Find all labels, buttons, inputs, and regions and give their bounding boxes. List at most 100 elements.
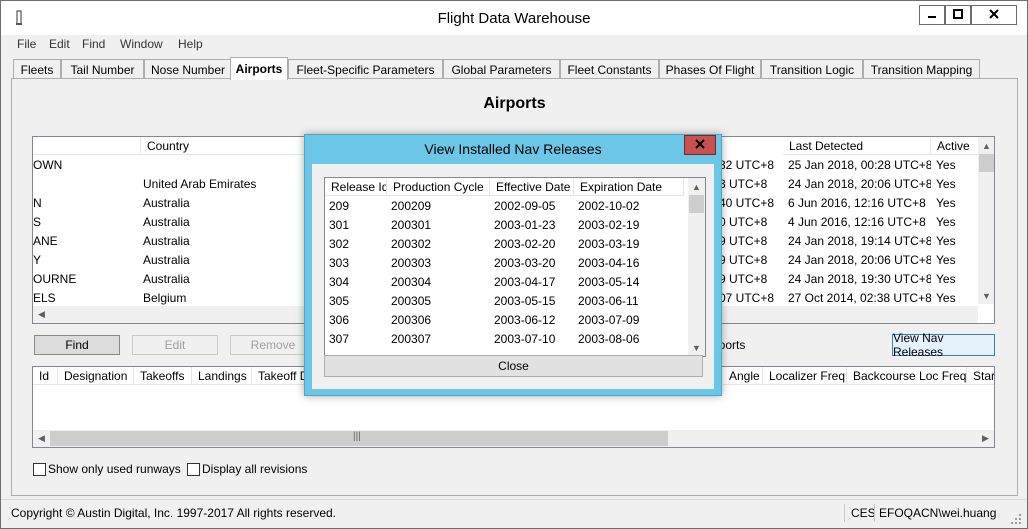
airport-name-cell: S xyxy=(33,215,42,229)
dialog-vscroll-thumb[interactable] xyxy=(689,195,704,213)
menu-find[interactable]: Find xyxy=(82,37,105,51)
scroll-left-icon[interactable]: ◀ xyxy=(33,306,50,323)
airport-last-detected-cell: 24 Jan 2018, 20:06 UTC+8 xyxy=(788,253,931,267)
main-window: Flight Data Warehouse File Edit Find Win… xyxy=(0,0,1028,529)
scroll-down-icon[interactable]: ▼ xyxy=(688,339,705,356)
table-row[interactable]: 209 200209 2002-09-05 2002-10-02 xyxy=(325,197,688,216)
menu-edit[interactable]: Edit xyxy=(49,37,70,51)
production-cycle-cell: 200301 xyxy=(391,218,432,232)
find-button[interactable]: Find xyxy=(34,335,120,355)
minimize-icon xyxy=(927,8,937,22)
runways-scroll-right-icon[interactable]: ▶ xyxy=(977,430,994,447)
airport-active-cell: Yes xyxy=(936,196,956,210)
dialog-header-release-id[interactable]: Release Id xyxy=(325,178,387,196)
dialog-body: Release Id Production Cycle Effective Da… xyxy=(312,164,714,389)
nav-releases-grid[interactable]: Release Id Production Cycle Effective Da… xyxy=(324,177,706,357)
airports-vscroll[interactable]: ▲ ▼ xyxy=(978,137,994,304)
view-nav-releases-button[interactable]: View Nav Releases xyxy=(892,331,995,359)
tab-tail-number[interactable]: Tail Number xyxy=(61,59,144,79)
checkbox-box[interactable] xyxy=(187,462,200,476)
airport-country-cell: Australia xyxy=(143,272,190,286)
tab-global-parameters[interactable]: Global Parameters xyxy=(443,59,560,79)
status-divider xyxy=(874,504,875,522)
airport-country-cell: Australia xyxy=(143,215,190,229)
runways-header-designation[interactable]: Designation xyxy=(58,367,134,385)
copyright-text: Copyright © Austin Digital, Inc. 1997-20… xyxy=(11,506,337,520)
table-row[interactable]: 305 200305 2003-05-15 2003-06-11 xyxy=(325,292,688,311)
airport-time-cell: 3 UTC+8 xyxy=(719,177,768,191)
tab-airports[interactable]: Airports xyxy=(230,57,288,80)
maximize-button[interactable] xyxy=(945,5,971,25)
dialog-close-button[interactable] xyxy=(684,135,716,155)
dialog-header-effective-date[interactable]: Effective Date xyxy=(490,178,574,196)
tab-phases-of-flight[interactable]: Phases Of Flight xyxy=(659,59,761,79)
runways-header-landings[interactable]: Landings xyxy=(192,367,252,385)
minimize-button[interactable] xyxy=(919,5,945,25)
table-row[interactable]: 306 200306 2003-06-12 2003-07-09 xyxy=(325,311,688,330)
release-id-cell: 303 xyxy=(329,256,350,270)
scroll-up-icon[interactable]: ▲ xyxy=(688,178,705,195)
dialog-header-expiration-date[interactable]: Expiration Date xyxy=(574,178,684,196)
airport-active-cell: Yes xyxy=(936,253,956,267)
table-row[interactable]: 307 200307 2003-07-10 2003-08-06 xyxy=(325,330,688,349)
scroll-up-icon[interactable]: ▲ xyxy=(978,137,994,154)
show-used-runways-checkbox[interactable]: Show only used runways xyxy=(33,462,181,476)
effective-date-cell: 2003-02-20 xyxy=(494,237,556,251)
grid-header-country[interactable]: Country xyxy=(141,137,311,155)
airport-active-cell: Yes xyxy=(936,158,956,172)
runways-scroll-left-icon[interactable]: ◀ xyxy=(33,430,50,447)
dialog-vscroll[interactable]: ▲ ▼ xyxy=(688,178,705,356)
menu-file[interactable]: File xyxy=(17,37,36,51)
table-row[interactable]: 302 200302 2003-02-20 2003-03-19 xyxy=(325,235,688,254)
airport-last-detected-cell: 24 Jan 2018, 19:30 UTC+8 xyxy=(788,272,931,286)
expiration-date-cell: 2003-02-19 xyxy=(578,218,640,232)
dialog-header-production-cycle[interactable]: Production Cycle xyxy=(387,178,490,196)
grid-header-last-detected[interactable]: Last Detected xyxy=(783,137,931,155)
expiration-date-cell: 2003-07-09 xyxy=(578,313,640,327)
table-row[interactable]: 301 200301 2003-01-23 2003-02-19 xyxy=(325,216,688,235)
airport-active-cell: Yes xyxy=(936,272,956,286)
runways-hscroll-thumb[interactable]: ||| xyxy=(50,431,668,446)
tab-transition-logic[interactable]: Transition Logic xyxy=(761,59,863,79)
tab-fleet-constants[interactable]: Fleet Constants xyxy=(560,59,659,79)
production-cycle-cell: 200304 xyxy=(391,275,432,289)
airport-active-cell: Yes xyxy=(936,234,956,248)
tab-transition-mapping[interactable]: Transition Mapping xyxy=(863,59,980,79)
grid-header-name[interactable] xyxy=(33,137,141,155)
title-bar: Flight Data Warehouse xyxy=(1,1,1027,35)
runways-header-start[interactable]: Start xyxy=(967,367,994,385)
airport-name-cell: OURNE xyxy=(33,272,77,286)
expiration-date-cell: 2003-08-06 xyxy=(578,332,640,346)
grid-header-active[interactable]: Active xyxy=(931,137,979,155)
menu-window[interactable]: Window xyxy=(120,37,163,51)
menu-bar: File Edit Find Window Help xyxy=(1,35,1027,55)
effective-date-cell: 2003-03-20 xyxy=(494,256,556,270)
airport-time-cell: 9 UTC+8 xyxy=(719,272,768,286)
runways-hscroll[interactable]: ◀ ||| ▶ xyxy=(33,430,994,447)
close-icon xyxy=(695,138,705,152)
airports-vscroll-thumb[interactable] xyxy=(979,154,994,172)
table-row[interactable]: 304 200304 2003-04-17 2003-05-14 xyxy=(325,273,688,292)
airport-country-cell: United Arab Emirates xyxy=(143,177,257,191)
runways-header-backcourse-loc-freq[interactable]: Backcourse Loc Freq xyxy=(847,367,967,385)
close-button[interactable] xyxy=(971,5,1017,25)
grip-icon: ||| xyxy=(353,431,361,442)
display-all-revisions-checkbox[interactable]: Display all revisions xyxy=(187,462,307,476)
table-row[interactable]: 303 200303 2003-03-20 2003-04-16 xyxy=(325,254,688,273)
runways-header-takeoff-d[interactable]: Takeoff D xyxy=(252,367,312,385)
tab-nose-number[interactable]: Nose Number xyxy=(144,59,232,79)
tab-fleet-specific-parameters[interactable]: Fleet-Specific Parameters xyxy=(288,59,443,79)
checkbox-box[interactable] xyxy=(33,462,46,476)
runways-header-takeoffs[interactable]: Takeoffs xyxy=(134,367,192,385)
runways-header-angle[interactable]: Angle xyxy=(723,367,763,385)
scroll-down-icon[interactable]: ▼ xyxy=(978,287,994,304)
runways-header-localizer-freq[interactable]: Localizer Freq xyxy=(763,367,847,385)
runways-header-id[interactable]: Id xyxy=(33,367,58,385)
resize-grip-icon[interactable] xyxy=(1009,512,1023,526)
menu-help[interactable]: Help xyxy=(178,37,203,51)
airport-last-detected-cell: 24 Jan 2018, 20:06 UTC+8 xyxy=(788,177,931,191)
edit-button[interactable]: Edit xyxy=(132,335,218,355)
display-all-revisions-label: Display all revisions xyxy=(202,462,308,476)
dialog-close-action-button[interactable]: Close xyxy=(324,355,703,377)
tab-fleets[interactable]: Fleets xyxy=(13,59,61,79)
